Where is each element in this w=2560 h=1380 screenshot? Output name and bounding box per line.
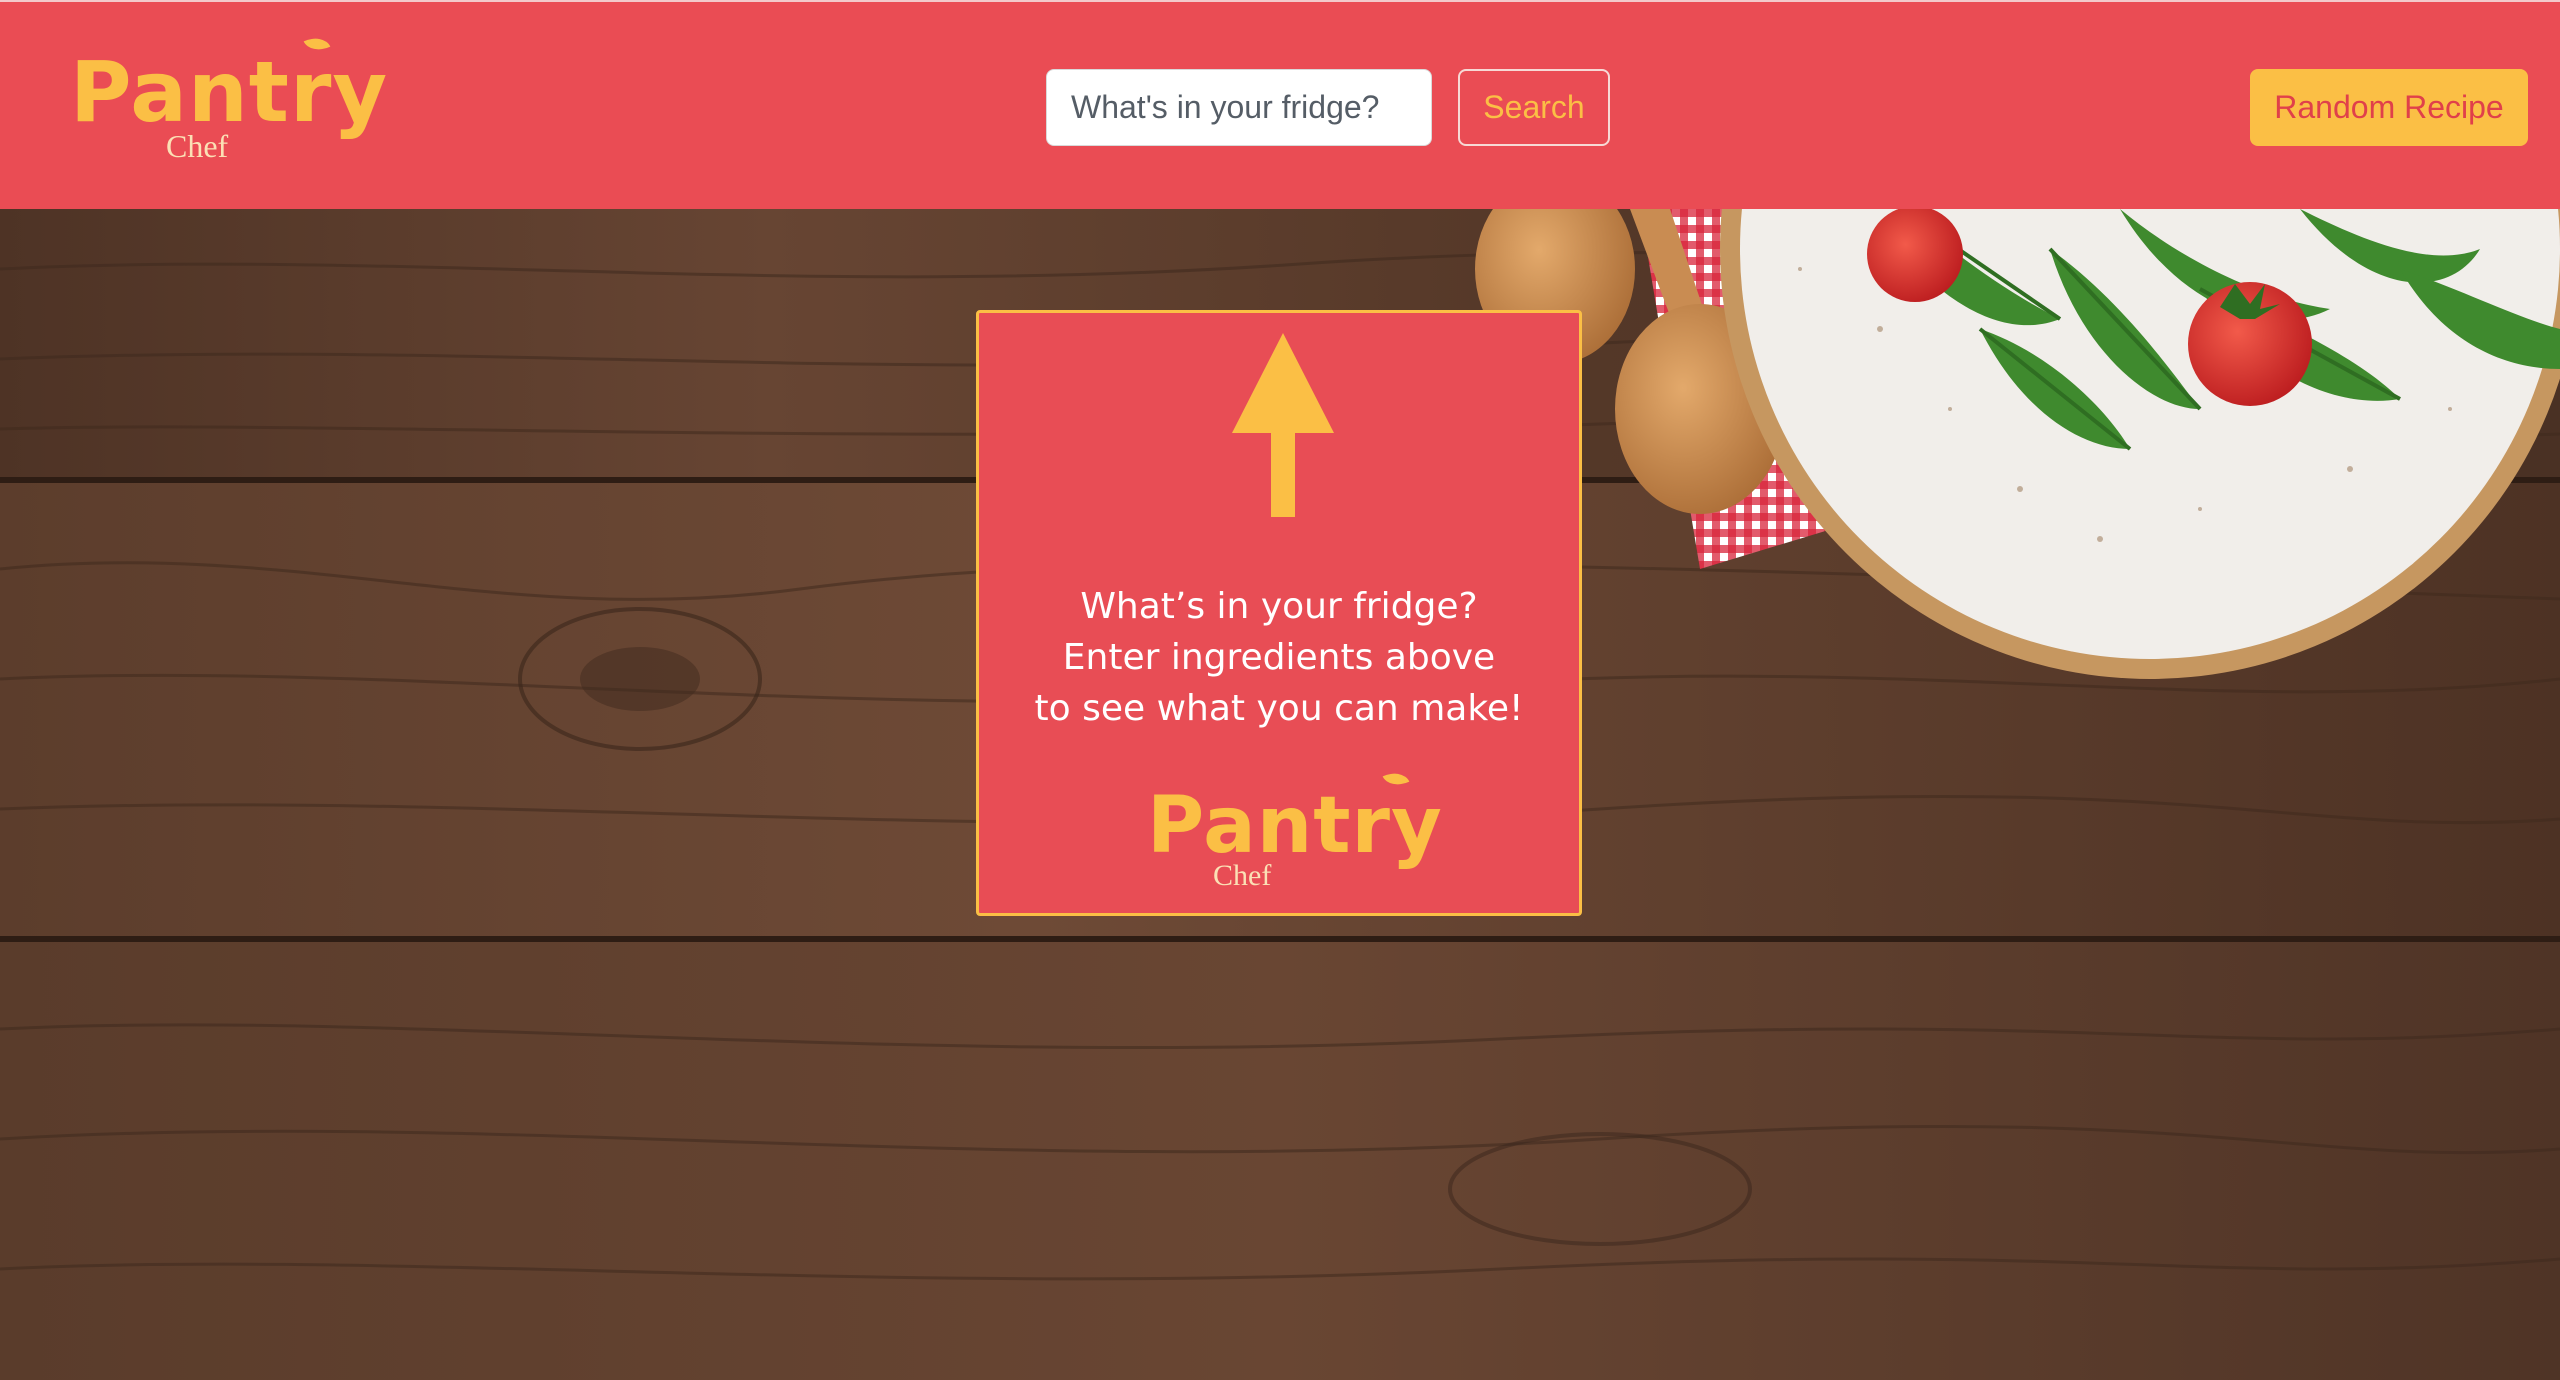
arrow-up-icon [1232, 333, 1334, 517]
card-brand-subtitle: Chef [1213, 859, 1272, 892]
instructions-message: What’s in your fridge? Enter ingredients… [979, 581, 1579, 734]
ingredient-search-input[interactable] [1046, 69, 1432, 146]
instructions-card: What’s in your fridge? Enter ingredients… [976, 310, 1582, 916]
brand-logo[interactable]: Pantry Chef [68, 32, 387, 172]
card-brand-logo: Pantry Chef [1147, 765, 1442, 905]
message-line-3: to see what you can make! [1034, 688, 1524, 729]
brand-name: Pantry [70, 43, 389, 141]
search-button[interactable]: Search [1458, 69, 1610, 146]
card-brand-name: Pantry [1147, 781, 1443, 871]
navbar: Pantry Chef Search Random Recipe [0, 0, 2560, 209]
message-line-2: Enter ingredients above [1062, 637, 1496, 678]
brand-subtitle: Chef [166, 128, 229, 164]
message-line-1: What’s in your fridge? [1080, 586, 1478, 627]
random-recipe-button[interactable]: Random Recipe [2250, 69, 2528, 146]
